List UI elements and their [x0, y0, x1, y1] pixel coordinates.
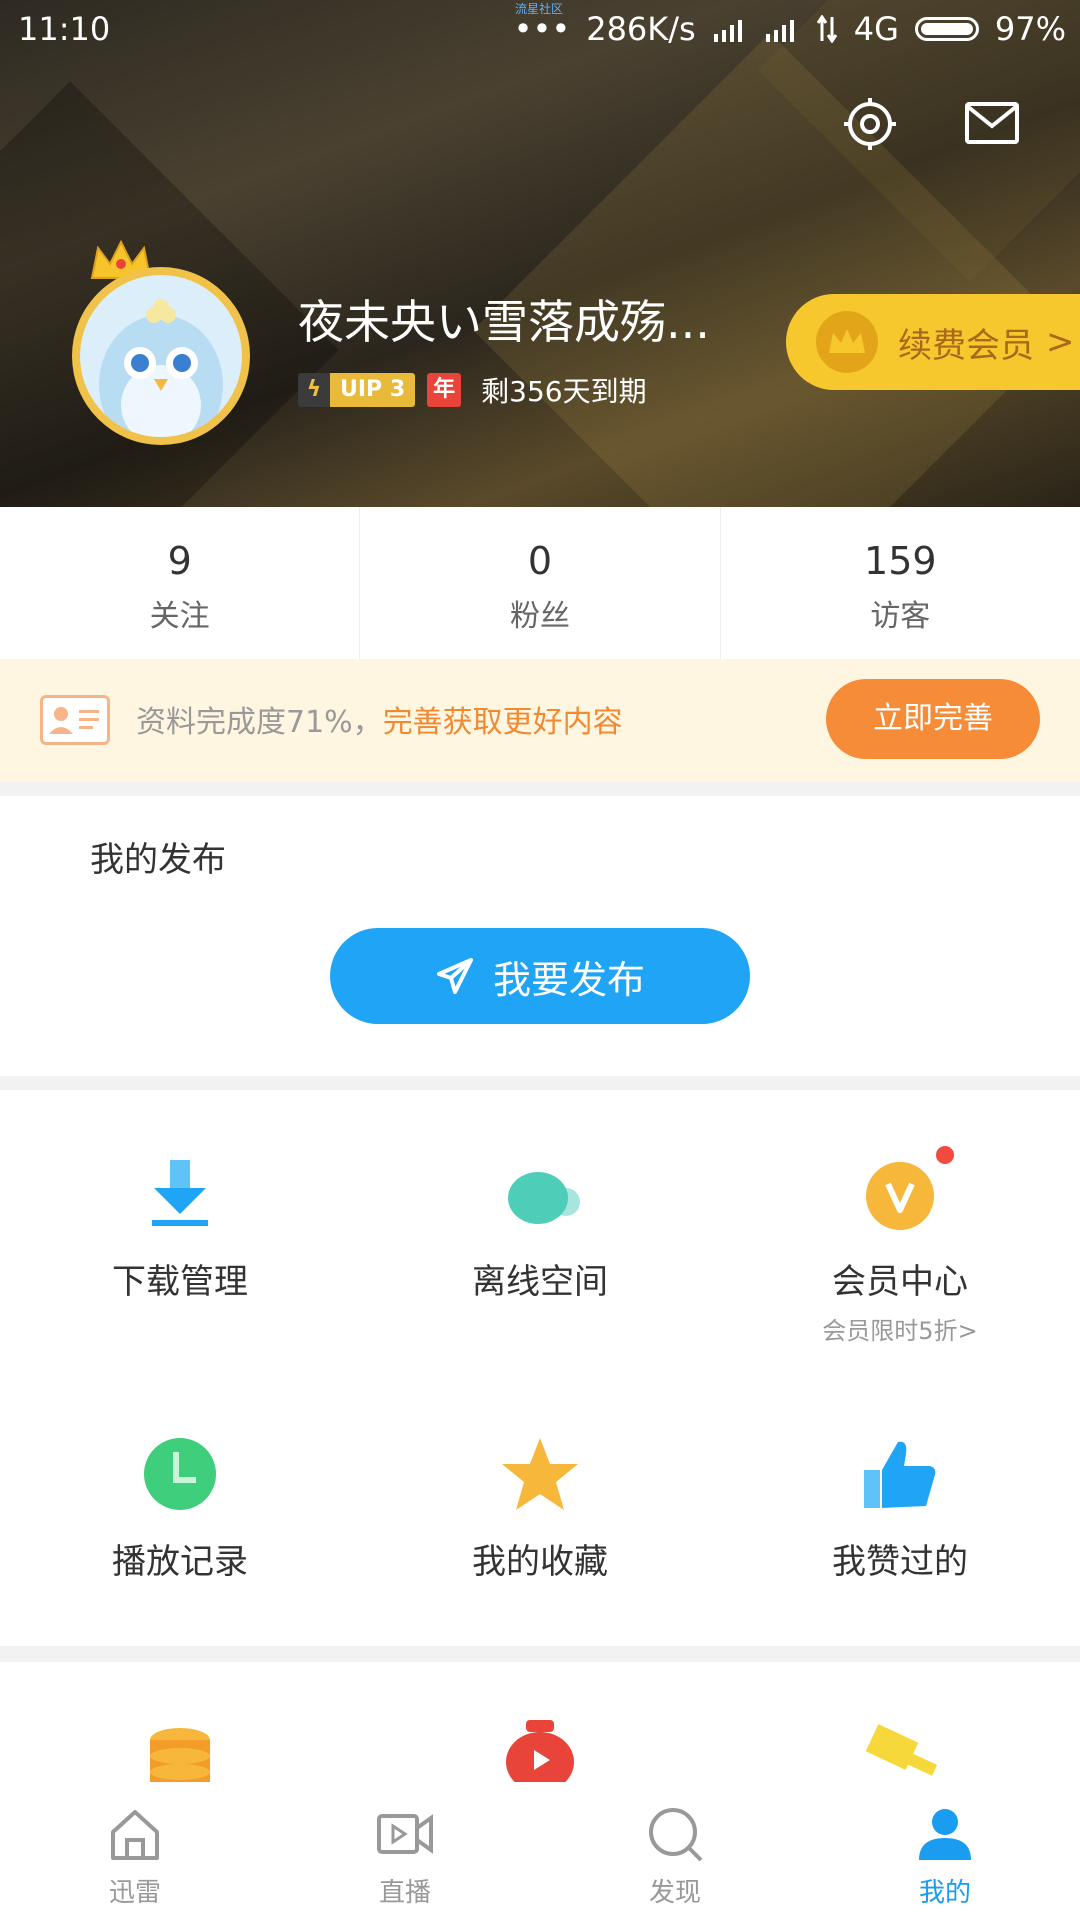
avatar[interactable] — [72, 267, 250, 445]
mail-icon[interactable] — [964, 96, 1020, 152]
crown-icon — [816, 311, 878, 373]
grid-item-download[interactable]: 下载管理 — [0, 1154, 360, 1303]
grid-item-liked[interactable]: 我赞过的 — [720, 1434, 1080, 1583]
grid-item-favorites[interactable]: 我的收藏 — [360, 1434, 720, 1583]
network-speed: 286K/s — [586, 10, 696, 48]
status-time: 11:10 — [18, 10, 111, 48]
section-title: 我的发布 — [90, 840, 226, 880]
vip-badge: ϟ UIP 3 — [298, 373, 416, 407]
grid-item-label: 我赞过的 — [832, 1542, 968, 1582]
stat-label: 关注 — [149, 599, 210, 634]
battery-icon — [914, 17, 979, 41]
profile-header: 11:10 流星社区 ••• 286K/s 4G 97% 夜未央い雪落成殇...… — [0, 0, 1080, 507]
status-bar: 11:10 流星社区 ••• 286K/s 4G 97% — [0, 0, 1080, 64]
chevron-right-icon: > — [1046, 322, 1075, 362]
grid-item-label: 会员中心 — [832, 1262, 968, 1302]
more-dots-icon: ••• — [513, 10, 571, 48]
vip-level: UIP 3 — [330, 373, 416, 407]
expire-text: 剩356天到期 — [481, 375, 647, 408]
publish-label: 我要发布 — [492, 957, 645, 1002]
grid-item-label: 离线空间 — [472, 1262, 608, 1302]
tab-label: 迅雷 — [108, 1878, 161, 1908]
profile-completion-banner: 资料完成度71%，完善获取更好内容 立即完善 — [0, 659, 1080, 781]
hammer-icon[interactable] — [866, 1722, 938, 1782]
red-bag-icon[interactable] — [504, 1720, 576, 1782]
settings-icon[interactable] — [842, 96, 898, 152]
lightning-icon: ϟ — [298, 373, 330, 407]
tab-discover[interactable]: 发现 — [540, 1782, 810, 1920]
user-icon — [919, 1809, 971, 1860]
publish-button[interactable]: 我要发布 — [330, 928, 750, 1024]
grid-item-vip-center[interactable]: 会员中心 会员限时5折> — [720, 1146, 1080, 1346]
tab-live[interactable]: 直播 — [270, 1782, 540, 1920]
tab-label: 发现 — [648, 1878, 701, 1908]
bottom-tab-bar: 迅雷 直播 发现 我的 — [0, 1782, 1080, 1920]
tab-xunlei[interactable]: 迅雷 — [0, 1782, 270, 1920]
status-right: ••• 286K/s 4G 97% — [514, 10, 1066, 48]
stat-label: 粉丝 — [509, 599, 570, 634]
more-features-row — [0, 1662, 1080, 1782]
tab-mine[interactable]: 我的 — [810, 1782, 1080, 1920]
complete-profile-button[interactable]: 立即完善 — [826, 679, 1040, 759]
battery-percent: 97% — [994, 10, 1066, 48]
thumbs-up-icon — [860, 1434, 940, 1514]
grid-item-sublabel: 会员限时5折> — [822, 1317, 978, 1345]
completion-tip: 完善获取更好内容 — [382, 705, 623, 740]
stats-bar: 9 关注 0 粉丝 159 访客 — [0, 507, 1080, 659]
stat-value: 0 — [527, 539, 553, 583]
notification-dot — [936, 1146, 954, 1164]
year-badge: 年 — [427, 373, 462, 407]
tab-label: 我的 — [918, 1878, 971, 1908]
completion-rate: 资料完成度71%， — [136, 705, 383, 740]
username: 夜未央い雪落成殇... — [298, 295, 710, 349]
clock-icon — [140, 1434, 220, 1514]
id-card-icon — [40, 695, 110, 745]
grid-item-label: 下载管理 — [112, 1262, 248, 1302]
grid-item-play-history[interactable]: 播放记录 — [0, 1434, 360, 1583]
download-icon — [140, 1154, 220, 1234]
grid-item-label: 我的收藏 — [472, 1542, 608, 1582]
feature-grid: 下载管理 离线空间 会员中心 会员限时5折> 播放记录 我的收藏 我赞过的 — [0, 1090, 1080, 1646]
signal-icon — [765, 20, 794, 42]
search-icon — [649, 1808, 703, 1862]
grid-item-label: 播放记录 — [112, 1542, 248, 1582]
renew-label: 续费会员 — [898, 325, 1034, 366]
stat-value: 9 — [167, 539, 192, 583]
vip-icon — [860, 1146, 954, 1234]
tab-label: 直播 — [378, 1878, 431, 1908]
my-publish-section: 我的发布 我要发布 — [0, 796, 1080, 1076]
coins-icon[interactable] — [146, 1726, 214, 1782]
grid-item-offline-space[interactable]: 离线空间 — [360, 1154, 720, 1303]
stat-fans[interactable]: 0 粉丝 — [360, 507, 721, 659]
star-icon — [500, 1434, 580, 1514]
cloud-icon — [500, 1154, 580, 1234]
avatar-image — [80, 275, 242, 437]
send-icon — [436, 958, 473, 994]
stat-value: 159 — [864, 539, 937, 583]
renew-membership-button[interactable]: 续费会员 > — [786, 294, 1080, 390]
home-icon — [111, 1810, 159, 1860]
data-transfer-icon — [816, 15, 837, 43]
stat-following[interactable]: 9 关注 — [0, 507, 361, 659]
network-type: 4G — [853, 10, 899, 48]
signal-icon — [713, 20, 742, 42]
profile-completion-text: 资料完成度71%，完善获取更好内容 — [136, 697, 623, 741]
stat-visitors[interactable]: 159 访客 — [721, 507, 1080, 659]
stat-label: 访客 — [870, 599, 931, 634]
member-badges: ϟ UIP 3 年 剩356天到期 — [298, 370, 647, 410]
bird-mascot-icon — [99, 299, 223, 437]
video-icon — [377, 1814, 433, 1854]
